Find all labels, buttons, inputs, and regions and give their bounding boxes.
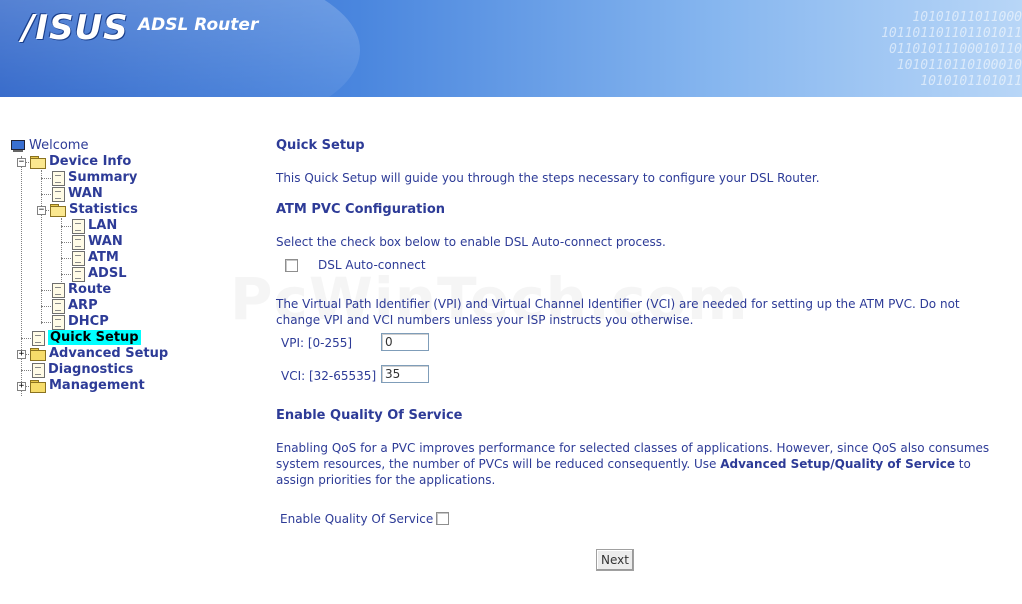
sidebar-item-route[interactable]: Route [52, 282, 111, 298]
document-icon [52, 298, 65, 314]
folder-icon [30, 348, 46, 361]
folder-open-icon [30, 156, 46, 169]
folder-open-icon [50, 204, 66, 217]
folder-icon [30, 380, 46, 393]
sidebar-item-stats-adsl[interactable]: ADSL [72, 266, 127, 282]
document-icon [52, 170, 65, 186]
vpi-vci-description-line1: The Virtual Path Identifier (VPI) and Vi… [276, 297, 960, 311]
sidebar-item-dhcp[interactable]: DHCP [52, 314, 109, 330]
dsl-autoconnect-label: DSL Auto-connect [318, 258, 426, 272]
atm-pvc-heading: ATM PVC Configuration [276, 202, 445, 217]
qos-advanced-setup-link-text: Advanced Setup/Quality of Service [720, 457, 955, 471]
sidebar-item-stats-lan[interactable]: LAN [72, 218, 117, 234]
sidebar-item-diagnostics[interactable]: Diagnostics [32, 362, 133, 378]
qos-description-text: system resources, the number of PVCs wil… [276, 457, 721, 471]
sidebar-item-device-info[interactable]: Device Info [30, 154, 131, 170]
sidebar-item-arp[interactable]: ARP [52, 298, 98, 314]
tree-line [41, 194, 51, 195]
document-icon [32, 362, 45, 378]
enable-qos-label: Enable Quality Of Service [280, 512, 434, 526]
sidebar-item-management[interactable]: Management [30, 378, 145, 394]
tree-line [41, 306, 51, 307]
qos-description-text: to [954, 457, 971, 471]
vpi-input[interactable] [381, 333, 429, 351]
document-icon [72, 266, 85, 282]
next-button[interactable]: Next [596, 549, 634, 571]
vpi-vci-description-line2: change VPI and VCI numbers unless your I… [276, 313, 694, 327]
document-icon [72, 234, 85, 250]
tree-line [21, 156, 22, 396]
tree-line [61, 242, 71, 243]
tree-line [61, 258, 71, 259]
tree-line [41, 290, 51, 291]
expand-management-icon[interactable]: + [17, 382, 26, 391]
tree-line [21, 370, 31, 371]
vpi-label: VPI: [0-255] [281, 336, 353, 350]
document-icon [52, 186, 65, 202]
expand-advanced-setup-icon[interactable]: + [17, 350, 26, 359]
page-title: Quick Setup [276, 138, 365, 153]
collapse-statistics-icon[interactable]: − [37, 206, 46, 215]
document-icon [52, 282, 65, 298]
qos-description-line3: assign priorities for the applications. [276, 473, 496, 487]
sidebar-item-stats-wan[interactable]: WAN [72, 234, 123, 250]
tree-line [61, 226, 71, 227]
sidebar-item-welcome[interactable]: Welcome [10, 138, 88, 154]
document-icon [72, 218, 85, 234]
sidebar-item-quick-setup[interactable]: Quick Setup [32, 330, 141, 346]
sidebar-item-wan[interactable]: WAN [52, 186, 103, 202]
sidebar-item-summary[interactable]: Summary [52, 170, 137, 186]
tree-line [61, 218, 62, 282]
document-icon [72, 250, 85, 266]
intro-text: This Quick Setup will guide you through … [276, 171, 820, 185]
product-name: ADSL Router [138, 15, 259, 35]
enable-qos-checkbox[interactable] [436, 512, 449, 525]
autoconnect-instruction: Select the check box below to enable DSL… [276, 235, 666, 249]
sidebar-item-advanced-setup[interactable]: Advanced Setup [30, 346, 168, 362]
computer-icon [10, 139, 26, 153]
sidebar-item-statistics[interactable]: Statistics [50, 202, 138, 218]
dsl-autoconnect-checkbox[interactable] [285, 259, 298, 272]
binary-decoration: 10101011011000 101101101101101011 011010… [881, 10, 1022, 89]
sidebar-item-stats-atm[interactable]: ATM [72, 250, 119, 266]
qos-heading: Enable Quality Of Service [276, 408, 463, 423]
tree-line [41, 178, 51, 179]
vci-label: VCI: [32-65535] [281, 369, 377, 383]
vci-input[interactable] [381, 365, 429, 383]
qos-description-line1: Enabling QoS for a PVC improves performa… [276, 441, 990, 455]
document-icon [52, 314, 65, 330]
header-banner: /ISUS ADSL Router 10101011011000 1011011… [0, 0, 1022, 97]
collapse-device-info-icon[interactable]: − [17, 158, 26, 167]
tree-line [61, 274, 71, 275]
asus-logo: /ISUS [22, 8, 129, 48]
tree-line [41, 322, 51, 323]
tree-line [21, 338, 31, 339]
document-icon [32, 330, 45, 346]
qos-description-line2: system resources, the number of PVCs wil… [276, 456, 971, 472]
